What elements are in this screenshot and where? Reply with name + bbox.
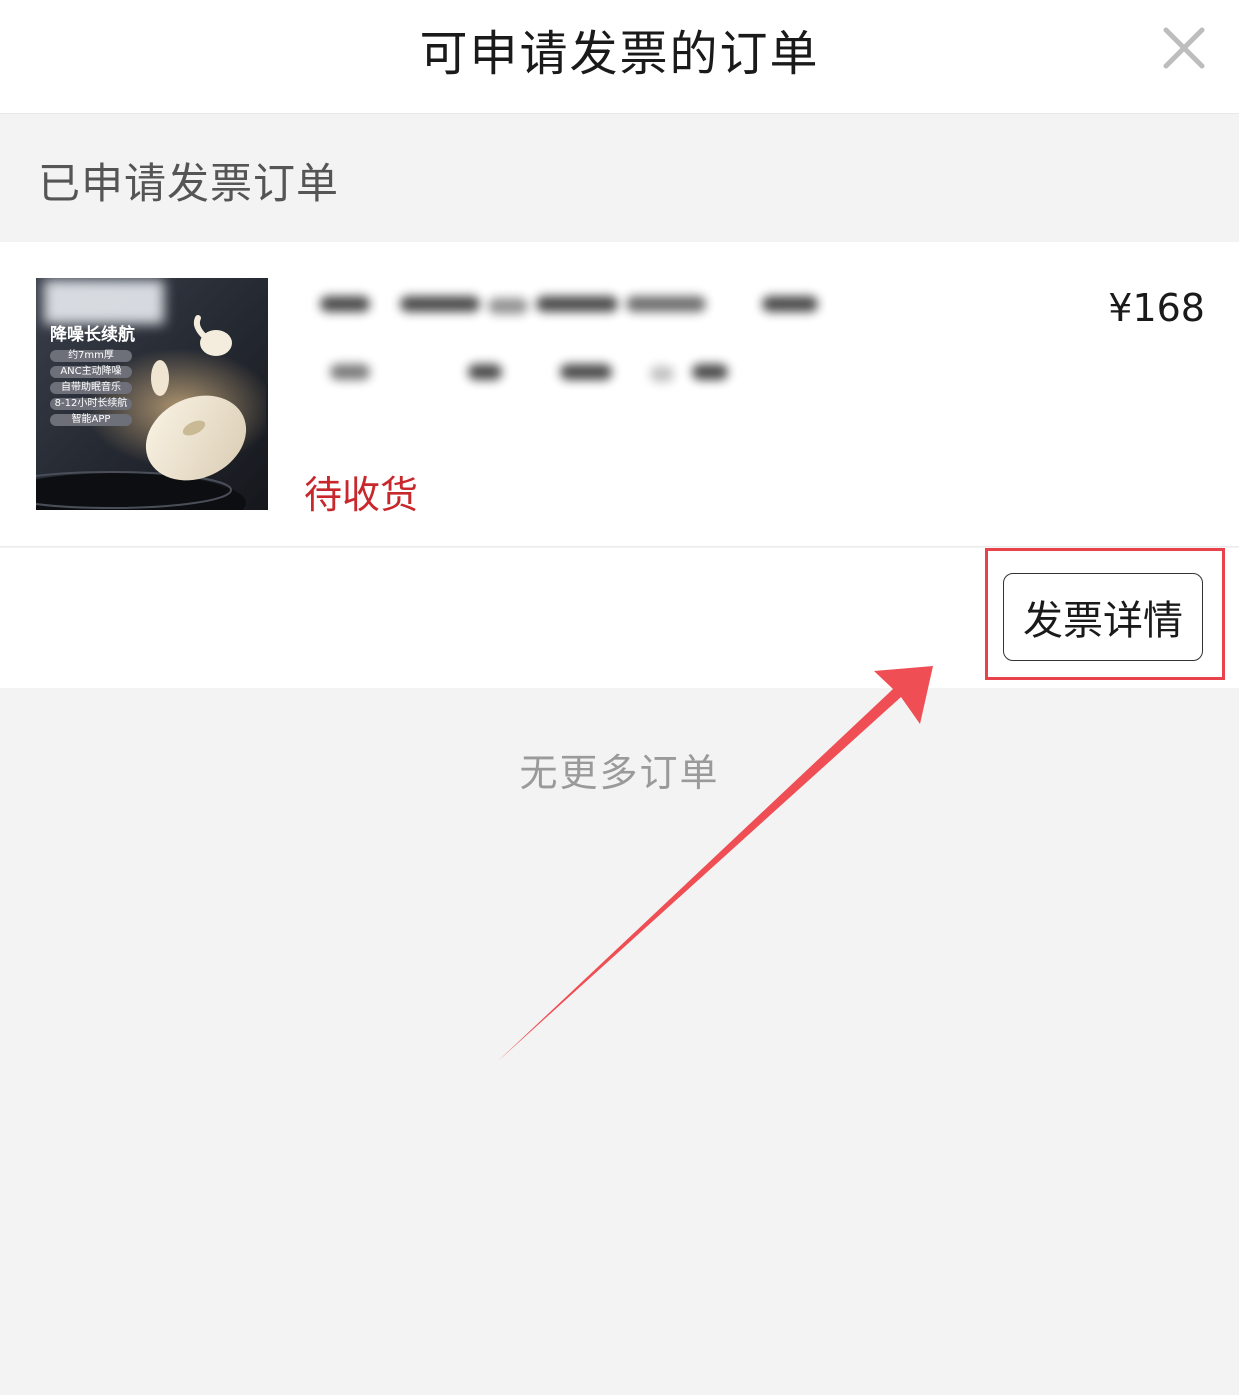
thumb-feature: 约7mm厚 [50,350,132,362]
thumb-feature: ANC主动降噪 [50,366,132,378]
order-action-bar: 发票详情 [0,548,1239,688]
order-card[interactable]: 降噪长续航 约7mm厚 ANC主动降噪 自带助眠音乐 8-12小时长续航 智能A… [0,242,1239,547]
thumb-feature: 智能APP [50,414,132,426]
page-title: 可申请发票的订单 [419,26,820,82]
invoice-details-button[interactable]: 发票详情 [1003,573,1203,661]
product-image[interactable]: 降噪长续航 约7mm厚 ANC主动降噪 自带助眠音乐 8-12小时长续航 智能A… [36,278,268,510]
thumb-feature: 8-12小时长续航 [50,398,132,410]
section-label: 已申请发票订单 [38,159,340,208]
close-icon[interactable] [1158,22,1210,74]
thumb-headline: 降噪长续航 [50,325,135,345]
no-more-orders-text: 无更多订单 [519,751,720,795]
brand-logo [44,280,164,324]
order-price: ¥168 [1108,286,1205,330]
thumb-feature: 自带助眠音乐 [50,382,132,394]
header: 可申请发票的订单 [0,0,1239,114]
order-status: 待收货 [304,473,419,517]
